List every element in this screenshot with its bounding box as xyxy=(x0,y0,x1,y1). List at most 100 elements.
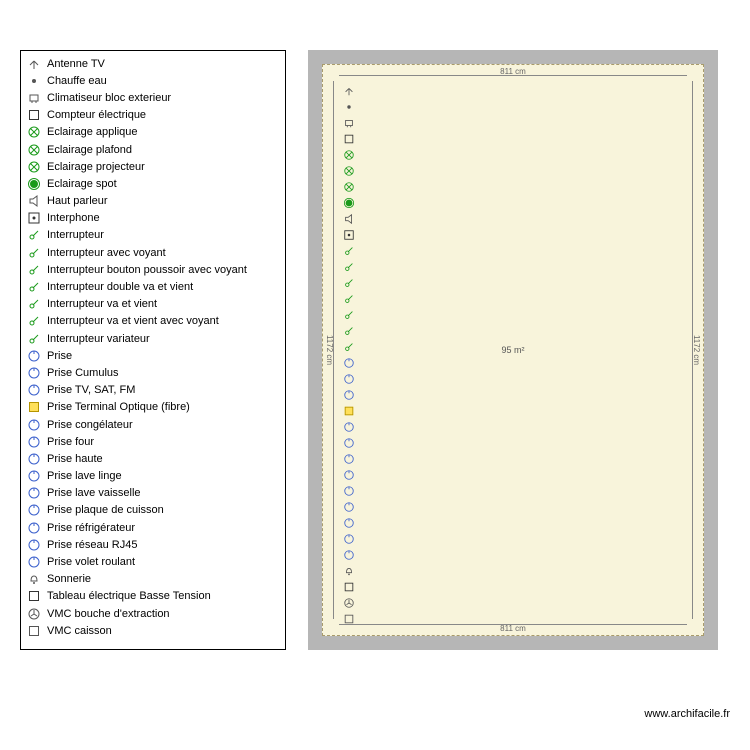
placed-prise xyxy=(341,435,356,450)
legend-label: Interrupteur avec voyant xyxy=(47,247,166,259)
legend-item: Prise TV, SAT, FM xyxy=(27,382,279,399)
legend-label: Interphone xyxy=(47,212,100,224)
legend-label: Climatiseur bloc exterieur xyxy=(47,92,171,104)
legend-label: Compteur électrique xyxy=(47,109,146,121)
plan-wrap: 811 cm 811 cm 1172 cm 1172 cm 95 m² xyxy=(296,50,730,650)
legend-item: Chauffe eau xyxy=(27,72,279,89)
placed-bell xyxy=(341,563,356,578)
legend-label: Prise volet roulant xyxy=(47,556,135,568)
legend-item: Interrupteur va et vient xyxy=(27,296,279,313)
switch-var-icon xyxy=(27,332,41,346)
legend-label: Prise réfrigérateur xyxy=(47,522,135,534)
legend-item: Antenne TV xyxy=(27,55,279,72)
placed-fan xyxy=(341,595,356,610)
legend-label: Interrupteur xyxy=(47,229,104,241)
placed-square xyxy=(341,131,356,146)
speaker-icon xyxy=(27,194,41,208)
placed-spot xyxy=(341,195,356,210)
placed-circle-x xyxy=(341,147,356,162)
prise-icon xyxy=(27,503,41,517)
dimension-bottom: 811 cm xyxy=(500,624,526,633)
footer-url: www.archifacile.fr xyxy=(644,708,730,720)
square-icon xyxy=(27,589,41,603)
circle-x-icon xyxy=(27,160,41,174)
legend-item: Prise réfrigérateur xyxy=(27,519,279,536)
square-dot-icon xyxy=(27,211,41,225)
legend-label: Interrupteur va et vient avec voyant xyxy=(47,315,219,327)
placed-symbols xyxy=(341,83,356,626)
legend-label: Prise haute xyxy=(47,453,103,465)
legend-label: Prise réseau RJ45 xyxy=(47,539,138,551)
placed-prise xyxy=(341,483,356,498)
placed-clim xyxy=(341,115,356,130)
legend-label: Eclairage plafond xyxy=(47,144,132,156)
main-container: Antenne TV Chauffe eau Climatiseur bloc ex… xyxy=(0,0,750,670)
prise-icon xyxy=(27,366,41,380)
legend-label: Interrupteur va et vient xyxy=(47,298,157,310)
legend-item: Haut parleur xyxy=(27,193,279,210)
legend-item: Eclairage plafond xyxy=(27,141,279,158)
dimension-left: 1172 cm xyxy=(325,335,334,365)
legend-label: Prise lave linge xyxy=(47,470,122,482)
legend-item: Prise lave linge xyxy=(27,468,279,485)
placed-prise xyxy=(341,531,356,546)
legend-label: Prise Cumulus xyxy=(47,367,119,379)
placed-antenna xyxy=(341,83,356,98)
square-icon xyxy=(27,108,41,122)
legend-item: VMC caisson xyxy=(27,622,279,639)
legend-label: Prise lave vaisselle xyxy=(47,487,141,499)
legend-item: Interrupteur avec voyant xyxy=(27,244,279,261)
switch-va-icon xyxy=(27,297,41,311)
dimension-top: 811 cm xyxy=(500,67,526,76)
legend-label: Prise four xyxy=(47,436,94,448)
legend-item: Prise plaque de cuisson xyxy=(27,502,279,519)
circle-x-icon xyxy=(27,125,41,139)
legend-item: Interrupteur xyxy=(27,227,279,244)
legend-label: Interrupteur double va et vient xyxy=(47,281,193,293)
switch-dv-icon xyxy=(27,280,41,294)
prise-icon xyxy=(27,383,41,397)
legend-label: Eclairage spot xyxy=(47,178,117,190)
placed-prise xyxy=(341,419,356,434)
legend-label: Chauffe eau xyxy=(47,75,107,87)
legend-item: Eclairage spot xyxy=(27,175,279,192)
legend-label: Haut parleur xyxy=(47,195,108,207)
dot-icon xyxy=(27,74,41,88)
legend-label: VMC bouche d'extraction xyxy=(47,608,170,620)
switch-icon xyxy=(27,228,41,242)
legend-label: Prise plaque de cuisson xyxy=(47,504,164,516)
legend-item: Prise Cumulus xyxy=(27,364,279,381)
placed-prise xyxy=(341,355,356,370)
clim-icon xyxy=(27,91,41,105)
legend-label: Prise Terminal Optique (fibre) xyxy=(47,401,190,413)
prise-icon xyxy=(27,555,41,569)
legend-item: Interrupteur variateur xyxy=(27,330,279,347)
placed-switch-vav xyxy=(341,323,356,338)
legend-item: Compteur électrique xyxy=(27,107,279,124)
placed-speaker xyxy=(341,211,356,226)
legend-item: Tableau électrique Basse Tension xyxy=(27,588,279,605)
legend-item: Climatiseur bloc exterieur xyxy=(27,89,279,106)
placed-circle-x xyxy=(341,163,356,178)
switch-vav-icon xyxy=(27,314,41,328)
legend-label: Prise congélateur xyxy=(47,419,133,431)
placed-prise xyxy=(341,499,356,514)
prise-icon xyxy=(27,349,41,363)
legend-item: Prise congélateur xyxy=(27,416,279,433)
plan-outer-wall: 811 cm 811 cm 1172 cm 1172 cm 95 m² xyxy=(308,50,718,650)
placed-switch-v xyxy=(341,259,356,274)
legend-label: Interrupteur variateur xyxy=(47,333,150,345)
prise-icon xyxy=(27,538,41,552)
legend-label: Prise xyxy=(47,350,72,362)
fan-icon xyxy=(27,607,41,621)
prise-icon xyxy=(27,521,41,535)
switch-bp-icon xyxy=(27,263,41,277)
legend-item: Interrupteur double va et vient xyxy=(27,278,279,295)
placed-square-dot xyxy=(341,227,356,242)
placed-dot xyxy=(341,99,356,114)
legend-item: Interrupteur va et vient avec voyant xyxy=(27,313,279,330)
legend-item: Eclairage projecteur xyxy=(27,158,279,175)
dimension-right: 1172 cm xyxy=(692,335,701,365)
legend-item: Prise haute xyxy=(27,450,279,467)
bell-icon xyxy=(27,572,41,586)
